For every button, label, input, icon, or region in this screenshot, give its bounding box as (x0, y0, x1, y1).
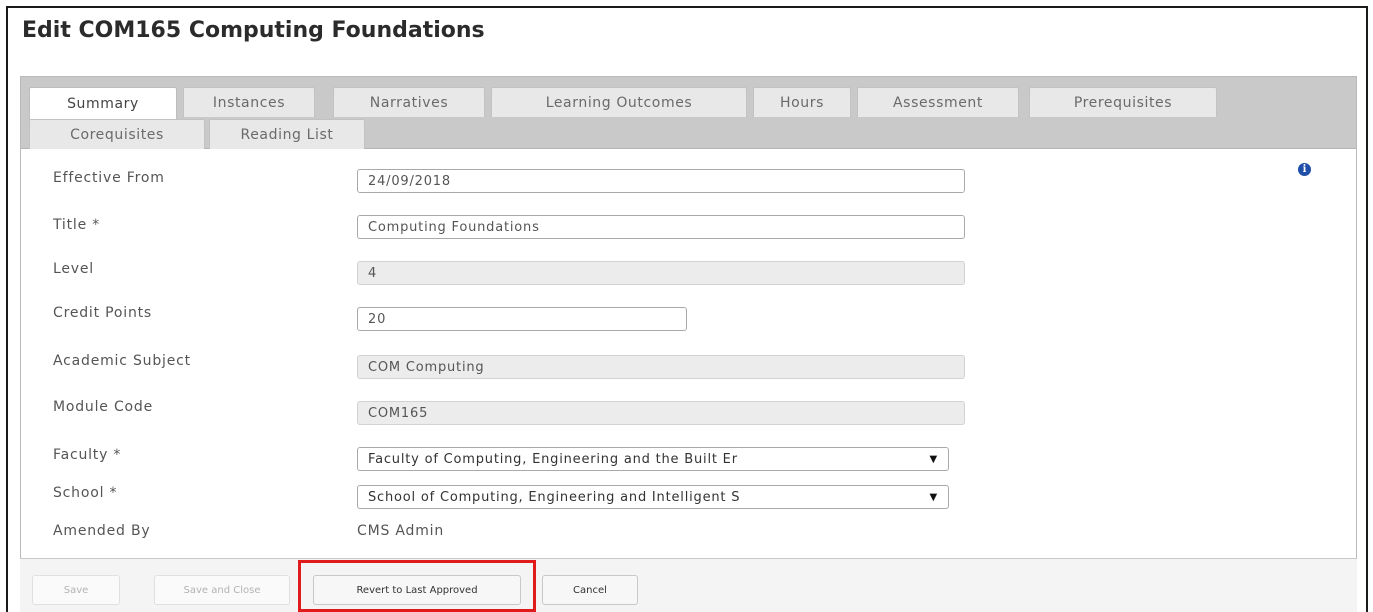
tab-hours[interactable]: Hours (753, 87, 851, 117)
module-form-panel: Summary Instances Narratives Learning Ou… (20, 76, 1357, 612)
page-title: Edit COM165 Computing Foundations (22, 18, 485, 43)
module-code-field (357, 401, 965, 425)
form-footer: Save Save and Close Revert to Last Appro… (20, 558, 1357, 612)
tab-instances[interactable]: Instances (183, 87, 315, 117)
module-code-label: Module Code (53, 399, 153, 415)
save-button[interactable]: Save (32, 575, 120, 605)
tab-corequisites[interactable]: Corequisites (29, 119, 205, 149)
amended-by-value: CMS Admin (357, 523, 445, 539)
school-select[interactable]: School of Computing, Engineering and Int… (357, 485, 949, 509)
tab-learning-outcomes[interactable]: Learning Outcomes (491, 87, 747, 117)
title-input[interactable] (357, 215, 965, 239)
school-selected-value: School of Computing, Engineering and Int… (368, 489, 741, 505)
tab-assessment[interactable]: Assessment (857, 87, 1019, 117)
level-label: Level (53, 261, 94, 277)
tab-bar: Summary Instances Narratives Learning Ou… (21, 77, 1356, 149)
faculty-select[interactable]: Faculty of Computing, Engineering and th… (357, 447, 949, 471)
effective-from-label: Effective From (53, 170, 165, 186)
tab-prerequisites[interactable]: Prerequisites (1029, 87, 1217, 117)
level-field (357, 261, 965, 285)
title-label: Title * (53, 217, 101, 233)
faculty-selected-value: Faculty of Computing, Engineering and th… (368, 451, 738, 467)
credit-points-input[interactable] (357, 307, 687, 331)
academic-subject-label: Academic Subject (53, 353, 191, 369)
caret-down-icon: ▼ (929, 491, 938, 503)
caret-down-icon: ▼ (929, 453, 938, 465)
cancel-button[interactable]: Cancel (542, 575, 638, 605)
info-icon[interactable]: i (1298, 163, 1311, 176)
tab-reading-list[interactable]: Reading List (209, 119, 365, 149)
school-label: School * (53, 485, 118, 501)
save-and-close-button[interactable]: Save and Close (154, 575, 290, 605)
tab-summary[interactable]: Summary (29, 87, 177, 119)
highlight-box (298, 560, 536, 612)
faculty-label: Faculty * (53, 447, 122, 463)
effective-from-input[interactable] (357, 169, 965, 193)
amended-by-label: Amended By (53, 523, 151, 539)
tab-narratives[interactable]: Narratives (333, 87, 485, 117)
academic-subject-field (357, 355, 965, 379)
credit-points-label: Credit Points (53, 305, 153, 321)
